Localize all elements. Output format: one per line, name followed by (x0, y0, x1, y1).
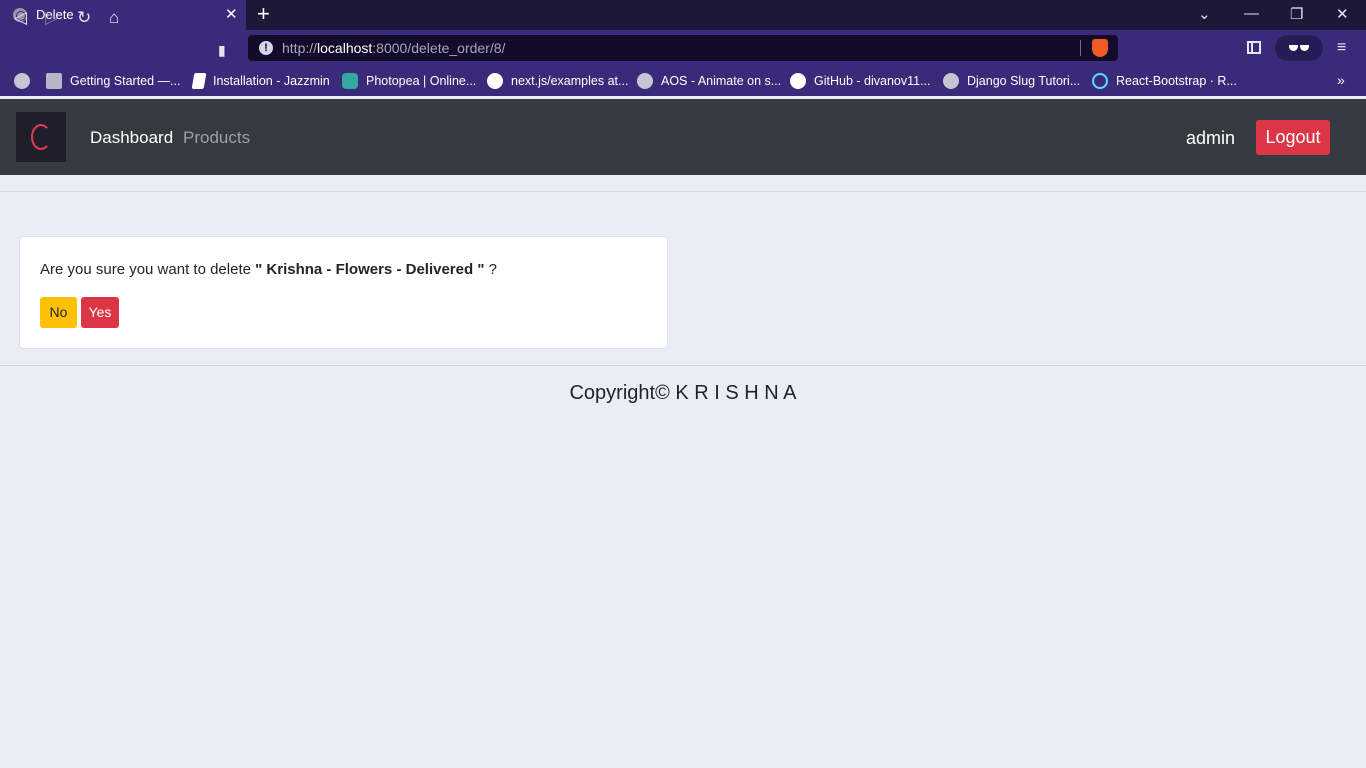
github-icon (790, 73, 806, 89)
github-icon (487, 73, 503, 89)
footer-divider (0, 365, 1366, 366)
info-icon[interactable]: ! (259, 41, 273, 55)
photopea-icon (342, 73, 358, 89)
grid-icon (46, 73, 62, 89)
nav-products[interactable]: Products (183, 128, 250, 148)
sidebar-icon[interactable] (1247, 41, 1261, 54)
new-tab-button[interactable]: + (257, 3, 270, 25)
tab-list-icon[interactable]: ⌄ (1198, 5, 1211, 23)
more-bookmarks-icon[interactable]: » (1337, 72, 1345, 88)
address-url[interactable]: http://localhost:8000/delete_order/8/ (282, 40, 505, 56)
menu-icon[interactable]: ≡ (1337, 39, 1346, 57)
logo-icon (31, 124, 51, 150)
yes-button[interactable]: Yes (81, 297, 119, 328)
bookmark-item[interactable]: Django Slug Tutori... (943, 72, 1080, 90)
restore-button[interactable]: ❐ (1290, 5, 1303, 23)
order-name: " Krishna - Flowers - Delivered " (255, 261, 485, 278)
react-icon (1092, 73, 1108, 89)
reload-icon[interactable]: ↻ (77, 8, 91, 28)
minimize-button[interactable]: — (1244, 5, 1259, 22)
delete-confirm-card (19, 236, 668, 349)
logout-button[interactable]: Logout (1256, 120, 1330, 155)
forward-icon[interactable]: ▷ (45, 8, 58, 28)
bookmark-item[interactable]: next.js/examples at... (487, 72, 628, 90)
no-button[interactable]: No (40, 297, 77, 328)
browser-tab[interactable]: Delete ✕ (0, 0, 246, 30)
bookmark-item[interactable]: Photopea | Online... (342, 72, 476, 90)
globe-icon (637, 73, 653, 89)
bookmark-item[interactable]: Getting Started —... (46, 72, 180, 90)
close-window-button[interactable]: ✕ (1336, 5, 1349, 23)
nav-dashboard[interactable]: Dashboard (90, 128, 173, 148)
current-user: admin (1186, 128, 1236, 148)
bookmark-item[interactable]: React-Bootstrap · R... (1092, 72, 1237, 90)
brave-shield-icon[interactable] (1092, 39, 1108, 57)
address-divider (1080, 40, 1081, 56)
bookmark-icon[interactable]: ▮ (218, 40, 226, 60)
delete-confirm-message: Are you sure you want to delete " Krishn… (40, 261, 497, 278)
close-tab-icon[interactable]: ✕ (225, 5, 238, 23)
back-icon[interactable]: ◁ (14, 8, 27, 28)
footer-copyright: Copyright© K R I S H N A (569, 382, 797, 404)
book-icon (191, 73, 207, 89)
bookmark-item[interactable]: AOS - Animate on s... (637, 72, 781, 90)
home-icon[interactable]: ⌂ (109, 8, 119, 28)
content-top-divider (0, 191, 1366, 192)
bookmarks-globe-icon[interactable] (14, 72, 30, 90)
globe-icon (943, 73, 959, 89)
bookmark-item[interactable]: GitHub - divanov11... (790, 72, 931, 90)
private-profile-icon[interactable] (1275, 35, 1323, 61)
bookmark-item[interactable]: Installation - Jazzmin (191, 72, 330, 90)
